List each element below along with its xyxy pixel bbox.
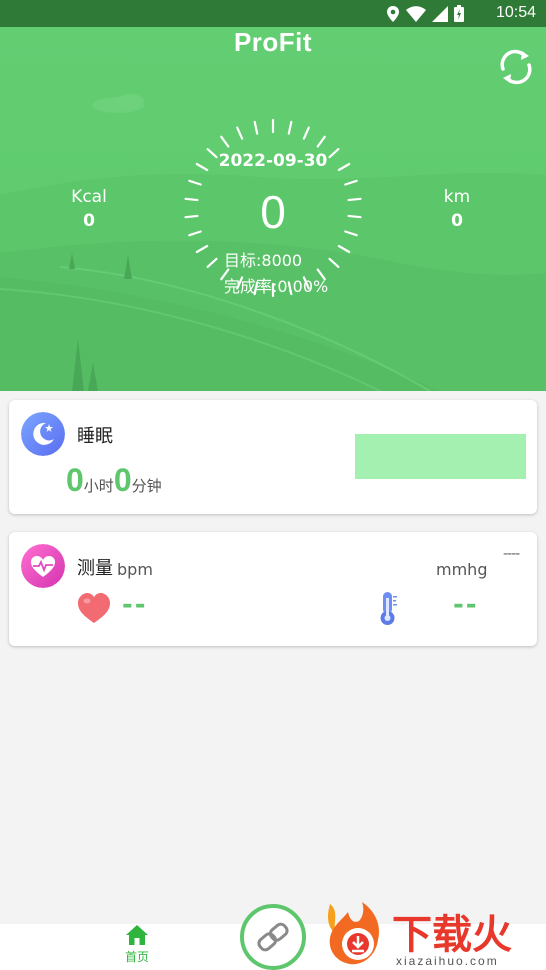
km-metric: km 0: [427, 187, 487, 231]
battery-icon: [454, 5, 464, 22]
gauge-tick: [236, 126, 244, 140]
gauge-tick: [188, 179, 202, 186]
gauge-tick: [287, 120, 293, 135]
signal-icon: [432, 5, 448, 22]
gauge-tick: [195, 244, 209, 254]
km-value: 0: [451, 211, 463, 231]
sleep-hours: 0: [66, 462, 84, 498]
nav-home[interactable]: 首页: [112, 924, 162, 965]
heart-icon: [78, 593, 110, 623]
connect-button[interactable]: [240, 904, 306, 970]
gauge-tick: [337, 244, 351, 254]
app-title: ProFit: [233, 27, 313, 57]
gauge-tick: [316, 135, 326, 148]
temperature-value: --: [453, 590, 479, 620]
sleep-chart: [355, 434, 526, 479]
status-time: 10:54: [495, 4, 536, 21]
gauge-tick: [344, 179, 358, 186]
kcal-metric: Kcal 0: [59, 187, 119, 231]
sleep-minutes: 0: [113, 462, 132, 498]
bpm-unit: bpm: [117, 560, 153, 579]
nav-home-label: 首页: [124, 950, 149, 964]
moon-icon: [21, 412, 65, 456]
watermark-site: xiazaihuo.com: [396, 954, 499, 968]
header-panel: ProFit 2022-09-30 0 目标:8000 完成率:0.00% Kc…: [0, 27, 546, 391]
measurement-card[interactable]: 测量 bpm mmhg ---- -- --: [9, 532, 537, 646]
link-icon: [257, 922, 289, 952]
gauge-tick: [220, 135, 230, 148]
step-target: 目标:8000: [224, 251, 303, 270]
sleep-title: 睡眠: [77, 426, 113, 447]
sleep-duration: 0 小时 0 分钟: [66, 462, 162, 499]
home-icon: [126, 925, 148, 945]
status-icons: [386, 5, 464, 22]
watermark-brand: 下载火: [392, 912, 512, 958]
measurement-title: 测量: [77, 558, 113, 579]
extra-placeholder: ----: [503, 546, 520, 562]
kcal-label: Kcal: [71, 187, 107, 207]
gauge-tick: [328, 257, 340, 268]
status-bar: 10:54: [0, 0, 546, 27]
wifi-icon: [406, 5, 426, 22]
heart-rate-icon: [21, 544, 65, 588]
kcal-value: 0: [83, 211, 95, 231]
gauge-tick: [302, 126, 310, 140]
gauge-tick: [253, 120, 259, 135]
sync-icon[interactable]: [496, 47, 536, 87]
flame-logo-icon: [328, 902, 380, 965]
km-label: km: [443, 187, 471, 207]
date-label: 2022-09-30: [218, 151, 328, 171]
mmhg-unit: mmhg: [436, 560, 488, 579]
completion-rate: 完成率:0.00%: [224, 277, 329, 296]
location-icon: [387, 5, 399, 22]
sleep-card[interactable]: 睡眠 0 小时 0 分钟: [9, 400, 537, 514]
sleep-minutes-unit: 分钟: [131, 477, 162, 495]
heart-rate-value: --: [122, 590, 148, 620]
thermometer-icon: [380, 592, 397, 625]
sleep-hours-unit: 小时: [83, 477, 114, 495]
gauge-tick: [206, 257, 218, 268]
watermark-logo: 下载火 xiazaihuo.com: [322, 898, 546, 970]
app-screen: 10:54 ProFit 2022-09-30 0 目标:8000 完成率:0.…: [0, 0, 546, 970]
